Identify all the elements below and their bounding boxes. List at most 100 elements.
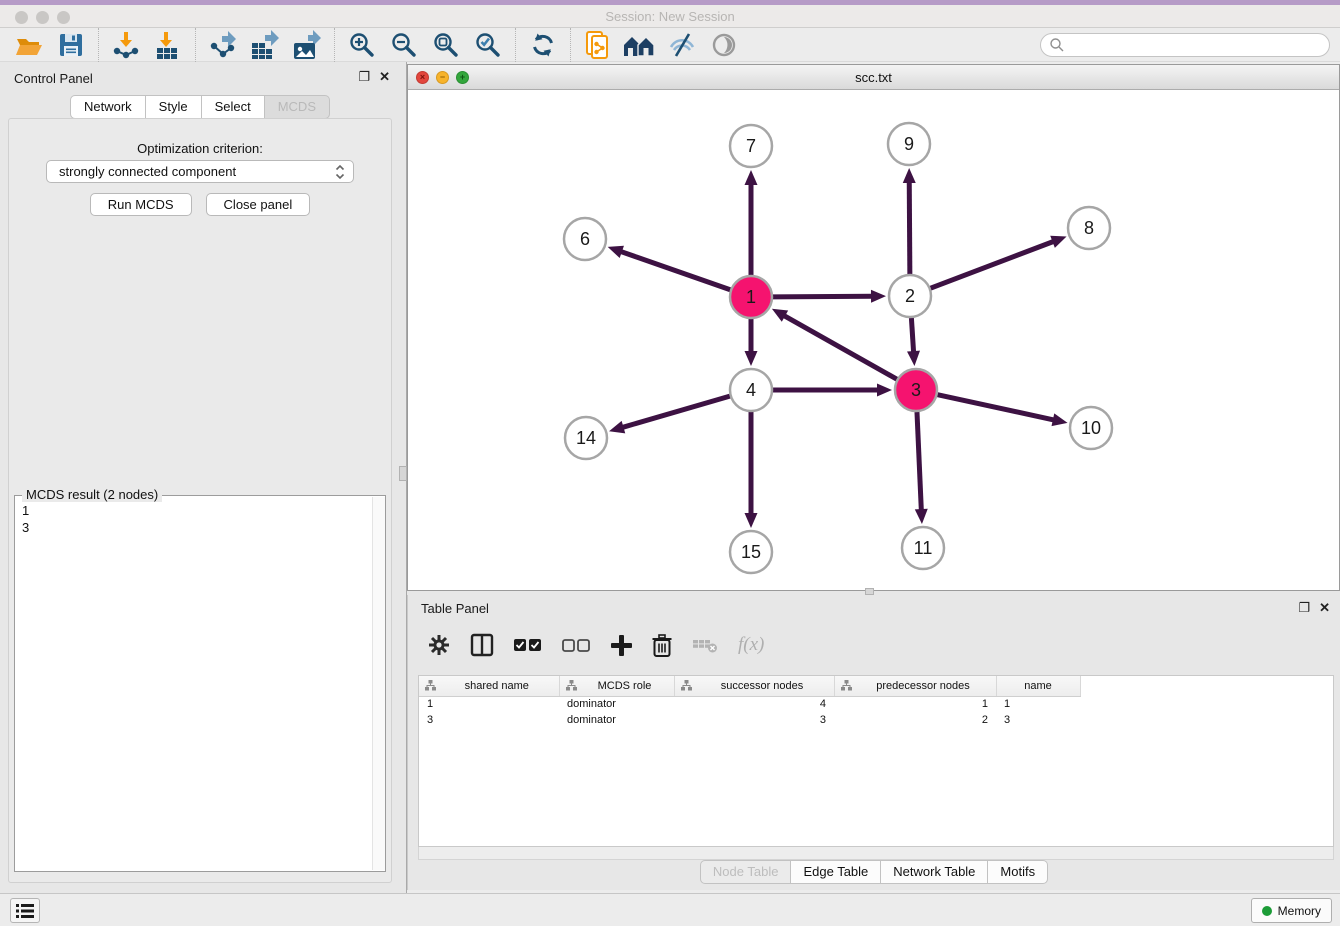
- zoom-fit-icon: [432, 31, 460, 59]
- graph-edge-3-11[interactable]: [917, 412, 921, 511]
- table-cell[interactable]: dominator: [559, 696, 674, 712]
- search-input[interactable]: [1040, 33, 1330, 57]
- function-builder-button[interactable]: f(x): [738, 630, 764, 660]
- tab-network-table[interactable]: Network Table: [881, 860, 988, 884]
- import-network-button[interactable]: [105, 29, 147, 61]
- splitter-grip[interactable]: [399, 466, 407, 481]
- memory-button[interactable]: Memory: [1251, 898, 1332, 923]
- float-panel-icon[interactable]: ❐: [358, 70, 370, 84]
- float-table-panel-icon[interactable]: ❐: [1298, 601, 1310, 615]
- export-image-icon: [291, 30, 323, 60]
- zoom-fit-button[interactable]: [425, 29, 467, 61]
- zoom-out-button[interactable]: [383, 29, 425, 61]
- tab-node-table[interactable]: Node Table: [700, 860, 792, 884]
- table-row[interactable]: 3dominator323: [419, 712, 1080, 728]
- column-tree-icon: [425, 680, 436, 691]
- memory-status-dot: [1262, 906, 1272, 916]
- optimization-criterion-select[interactable]: strongly connected component: [46, 160, 354, 183]
- graph-edge-arrow: [745, 170, 758, 185]
- graph-node-label-10: 10: [1081, 418, 1101, 438]
- column-header-MCDS-role[interactable]: MCDS role: [559, 676, 674, 696]
- node-table[interactable]: shared name MCDS role successor nodes prede…: [418, 675, 1334, 847]
- close-panel-button[interactable]: Close panel: [206, 193, 311, 216]
- table-cell[interactable]: 3: [674, 712, 834, 728]
- table-cell[interactable]: 1: [996, 696, 1080, 712]
- table-options-button[interactable]: [428, 630, 450, 660]
- app-titlebar[interactable]: Session: New Session: [0, 5, 1340, 28]
- graph-edge-3-1[interactable]: [783, 315, 897, 379]
- table-cell[interactable]: 2: [834, 712, 996, 728]
- tab-edge-table[interactable]: Edge Table: [791, 860, 881, 884]
- zoom-out-icon: [390, 31, 418, 59]
- import-table-button[interactable]: [147, 29, 189, 61]
- table-cell[interactable]: 4: [674, 696, 834, 712]
- first-neighbors-button[interactable]: [619, 29, 661, 61]
- column-label: predecessor nodes: [857, 680, 990, 692]
- clone-network-button[interactable]: [577, 29, 619, 61]
- checked-boxes-icon: [514, 638, 542, 652]
- hide-selected-button[interactable]: [661, 29, 703, 61]
- tab-select[interactable]: Select: [202, 95, 265, 119]
- show-all-button[interactable]: [703, 29, 745, 61]
- select-stepper-icon: [335, 164, 345, 180]
- export-network-button[interactable]: [202, 29, 244, 61]
- graph-edge-3-10[interactable]: [937, 395, 1054, 420]
- graph-edge-2-3[interactable]: [911, 318, 913, 353]
- column-header-name[interactable]: name: [996, 676, 1080, 696]
- columns-icon: [470, 633, 494, 657]
- export-table-button[interactable]: [244, 29, 286, 61]
- eye-slash-icon: [667, 31, 697, 59]
- graph-edge-2-9[interactable]: [909, 181, 910, 274]
- export-table-icon: [249, 30, 281, 60]
- table-hscrollbar[interactable]: [418, 847, 1334, 860]
- column-header-successor-nodes[interactable]: successor nodes: [674, 676, 834, 696]
- table-cell[interactable]: 3: [419, 712, 559, 728]
- save-session-button[interactable]: [50, 29, 92, 61]
- tab-network[interactable]: Network: [70, 95, 146, 119]
- table-cell[interactable]: 1: [419, 696, 559, 712]
- tab-motifs[interactable]: Motifs: [988, 860, 1048, 884]
- delete-columns-button[interactable]: [652, 630, 672, 660]
- column-header-predecessor-nodes[interactable]: predecessor nodes: [834, 676, 996, 696]
- horizontal-splitter-grip[interactable]: [865, 588, 874, 595]
- select-all-columns-button[interactable]: [514, 630, 542, 660]
- result-scrollbar[interactable]: [372, 497, 385, 870]
- graph-edge-2-8[interactable]: [931, 241, 1055, 288]
- graph-edge-1-6[interactable]: [620, 251, 730, 290]
- export-image-button[interactable]: [286, 29, 328, 61]
- panel-splitter[interactable]: [400, 62, 407, 893]
- column-label: shared name: [441, 680, 553, 692]
- table-panel: Table Panel ❐ ✕ f(x) shared nameMCDS r: [407, 595, 1340, 890]
- graph-edge-4-14[interactable]: [622, 396, 730, 428]
- network-canvas[interactable]: 7968124314101511: [408, 90, 1339, 590]
- create-column-button[interactable]: [610, 630, 632, 660]
- apply-layout-button[interactable]: [522, 29, 564, 61]
- close-panel-icon[interactable]: ✕: [379, 70, 390, 84]
- task-history-button[interactable]: [10, 898, 40, 923]
- column-label: successor nodes: [697, 680, 828, 692]
- table-cell[interactable]: dominator: [559, 712, 674, 728]
- graph-node-label-15: 15: [741, 542, 761, 562]
- tab-mcds[interactable]: MCDS: [265, 95, 330, 119]
- column-tree-icon: [841, 680, 852, 691]
- graph-edge-arrow: [608, 246, 624, 258]
- delete-table-button[interactable]: [692, 630, 718, 660]
- close-table-panel-icon[interactable]: ✕: [1319, 601, 1330, 615]
- tab-style[interactable]: Style: [146, 95, 202, 119]
- node-table-body: 1dominator4113dominator323: [419, 696, 1080, 728]
- zoom-in-button[interactable]: [341, 29, 383, 61]
- table-cell[interactable]: 3: [996, 712, 1080, 728]
- table-row[interactable]: 1dominator411: [419, 696, 1080, 712]
- zoom-selected-button[interactable]: [467, 29, 509, 61]
- column-header-shared-name[interactable]: shared name: [419, 676, 559, 696]
- table-cell[interactable]: 1: [834, 696, 996, 712]
- main-toolbar: [0, 28, 1340, 62]
- graph-edge-arrow: [745, 513, 758, 528]
- run-mcds-button[interactable]: Run MCDS: [90, 193, 192, 216]
- network-window-titlebar[interactable]: × − + scc.txt: [408, 65, 1339, 90]
- mcds-result-list[interactable]: 1 3: [15, 500, 371, 871]
- show-columns-button[interactable]: [470, 630, 494, 660]
- deselect-all-columns-button[interactable]: [562, 630, 590, 660]
- graph-edge-1-2[interactable]: [773, 296, 873, 297]
- open-session-button[interactable]: [8, 29, 50, 61]
